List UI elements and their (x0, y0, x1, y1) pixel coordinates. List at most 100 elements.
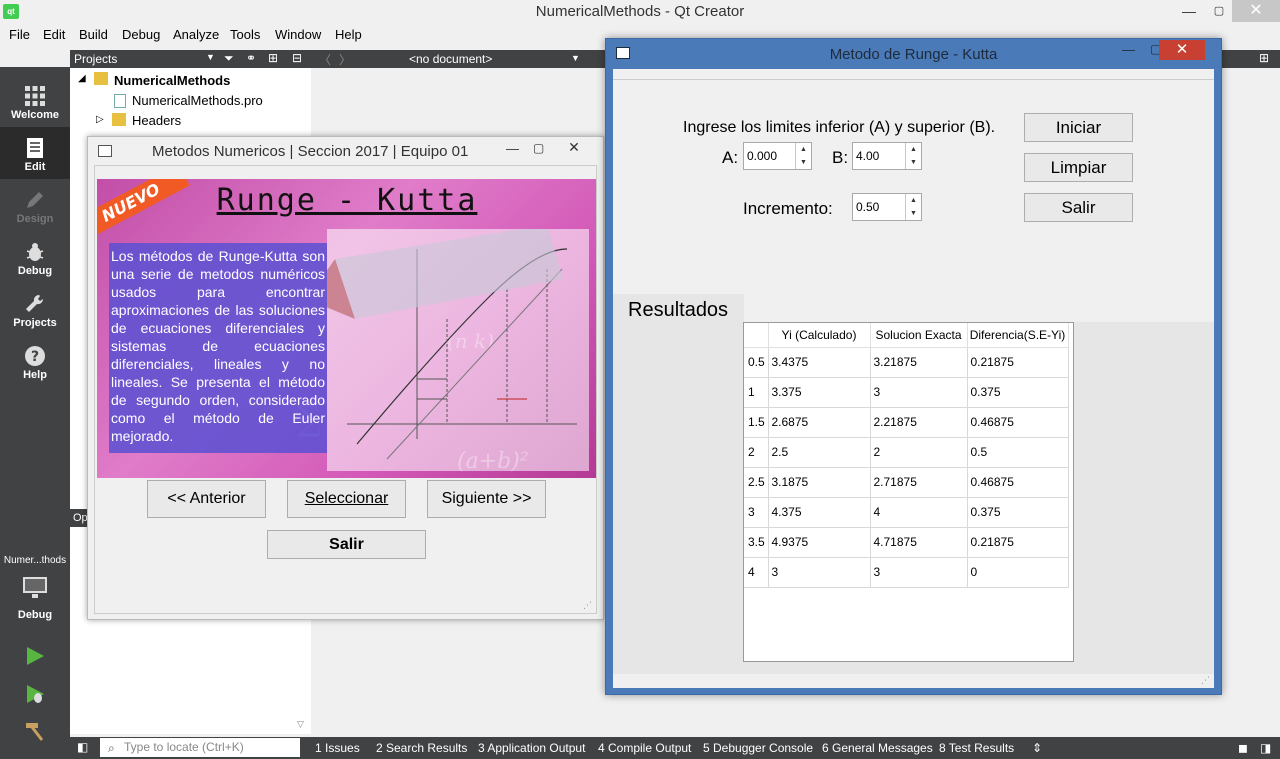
spin-down-icon[interactable]: ▼ (796, 156, 811, 169)
filter-icon[interactable]: ⏷ (224, 51, 234, 66)
column-header-diff[interactable]: Diferencia(S.E-Yi) (967, 323, 1069, 348)
menu-help[interactable]: Help (335, 27, 362, 42)
cell-exact[interactable]: 3 (870, 377, 968, 408)
start-button[interactable]: Iniciar (1024, 113, 1133, 142)
row-header[interactable]: 2 (744, 437, 769, 468)
increment-spin-arrows[interactable]: ▲ ▼ (905, 194, 921, 220)
exit-button[interactable]: Salir (1024, 193, 1133, 222)
spin-up-icon[interactable]: ▲ (906, 194, 921, 207)
spin-down-icon[interactable]: ▼ (906, 156, 921, 169)
minimize-button[interactable]: — (506, 141, 519, 156)
a-spinbox[interactable]: 0.000 ▲ ▼ (743, 142, 812, 170)
cell-exact[interactable]: 2.21875 (870, 407, 968, 438)
cell-yi[interactable]: 3.375 (768, 377, 871, 408)
b-spin-arrows[interactable]: ▲ ▼ (905, 143, 921, 169)
previous-button[interactable]: << Anterior (147, 480, 266, 518)
expand-arrow-icon[interactable]: ◢ (78, 73, 86, 84)
close-button[interactable]: ✕ (554, 139, 594, 157)
pane-test-results[interactable]: 8 Test Results (939, 741, 1014, 755)
menu-analyze[interactable]: Analyze (173, 27, 219, 42)
mode-projects[interactable]: Projects (0, 283, 70, 335)
row-header[interactable]: 1.5 (744, 407, 769, 438)
pane-debugger-console[interactable]: 5 Debugger Console (703, 741, 813, 755)
select-button[interactable]: Seleccionar (287, 480, 406, 518)
cell-yi[interactable]: 4.375 (768, 497, 871, 528)
cell-exact[interactable]: 2.71875 (870, 467, 968, 498)
resize-grip-icon[interactable]: ⋰ (1201, 675, 1210, 686)
cell-exact[interactable]: 3 (870, 557, 968, 588)
pane-issues[interactable]: 1 Issues (315, 741, 360, 755)
pane-search-results[interactable]: 2 Search Results (376, 741, 467, 755)
pro-file[interactable]: NumericalMethods.pro (132, 93, 263, 108)
cell-exact[interactable]: 2 (870, 437, 968, 468)
restore-button[interactable]: ▢ (1206, 0, 1232, 22)
row-header[interactable]: 3 (744, 497, 769, 528)
minimize-button[interactable]: — (1172, 0, 1206, 22)
document-selector[interactable]: <no document> (409, 52, 492, 66)
menu-debug[interactable]: Debug (122, 27, 160, 42)
cell-exact[interactable]: 3.21875 (870, 347, 968, 378)
cell-exact[interactable]: 4.71875 (870, 527, 968, 558)
menu-window[interactable]: Window (275, 27, 321, 42)
mode-welcome[interactable]: Welcome (0, 75, 70, 127)
resize-grip-icon[interactable]: ⋰ (583, 600, 592, 611)
cell-diff[interactable]: 0.21875 (967, 527, 1069, 558)
run-icon[interactable] (24, 645, 46, 667)
menu-file[interactable]: File (9, 27, 30, 42)
collapse-arrow-icon[interactable]: ▷ (96, 114, 104, 125)
document-dropdown-icon[interactable]: ▼ (571, 53, 580, 63)
row-header[interactable]: 0.5 (744, 347, 769, 378)
project-root[interactable]: NumericalMethods (114, 73, 230, 88)
cell-diff[interactable]: 0 (967, 557, 1069, 588)
column-header-exact[interactable]: Solucion Exacta (870, 323, 968, 348)
row-header[interactable]: 3.5 (744, 527, 769, 558)
b-spinbox[interactable]: 4.00 ▲ ▼ (852, 142, 922, 170)
increment-spinbox[interactable]: 0.50 ▲ ▼ (852, 193, 922, 221)
pane-application-output[interactable]: 3 Application Output (478, 741, 585, 755)
exit-button[interactable]: Salir (267, 530, 426, 559)
target-selector[interactable]: Debug (0, 572, 70, 624)
cell-diff[interactable]: 0.46875 (967, 467, 1069, 498)
pane-compile-output[interactable]: 4 Compile Output (598, 741, 691, 755)
row-header[interactable]: 4 (744, 557, 769, 588)
mode-debug[interactable]: Debug (0, 231, 70, 283)
debug-run-icon[interactable] (24, 683, 46, 705)
close-button[interactable]: ✕ (1232, 0, 1280, 22)
a-spin-arrows[interactable]: ▲ ▼ (795, 143, 811, 169)
column-header-yi[interactable]: Yi (Calculado) (768, 323, 871, 348)
split-icon[interactable]: ⊞ (268, 51, 278, 65)
sidebar-toggle-icon[interactable]: ◧ (77, 740, 88, 754)
headers-folder[interactable]: Headers (132, 113, 181, 128)
cell-diff[interactable]: 0.5 (967, 437, 1069, 468)
menu-tools[interactable]: Tools (230, 27, 260, 42)
locate-input[interactable]: Type to locate (Ctrl+K) (100, 738, 300, 757)
scroll-down-icon[interactable]: ▽ (297, 719, 304, 730)
cell-diff[interactable]: 0.375 (967, 497, 1069, 528)
cell-yi[interactable]: 2.6875 (768, 407, 871, 438)
cell-yi[interactable]: 3.1875 (768, 467, 871, 498)
row-header[interactable]: 2.5 (744, 467, 769, 498)
output-toggle-icon[interactable]: ◼ (1238, 741, 1248, 755)
chevron-down-icon[interactable]: ▼ (206, 52, 215, 62)
output-panel-icon[interactable]: ◨ (1260, 741, 1271, 755)
mode-help[interactable]: ? Help (0, 335, 70, 387)
menu-build[interactable]: Build (79, 27, 108, 42)
close-panel-icon[interactable]: ⊟ (292, 51, 302, 65)
cell-diff[interactable]: 0.21875 (967, 347, 1069, 378)
split-editor-icon[interactable]: ⊞ (1259, 51, 1269, 65)
back-icon[interactable]: 〈 (319, 51, 331, 68)
pane-general-messages[interactable]: 6 General Messages (822, 741, 933, 755)
next-button[interactable]: Siguiente >> (427, 480, 546, 518)
pane-scroll-icon[interactable]: ⇕ (1032, 741, 1042, 755)
cell-yi[interactable]: 3 (768, 557, 871, 588)
spin-up-icon[interactable]: ▲ (906, 143, 921, 156)
row-header[interactable]: 1 (744, 377, 769, 408)
cell-diff[interactable]: 0.46875 (967, 407, 1069, 438)
build-hammer-icon[interactable] (24, 720, 46, 742)
forward-icon[interactable]: 〉 (339, 51, 351, 68)
clear-button[interactable]: Limpiar (1024, 153, 1133, 182)
minimize-button[interactable]: — (1122, 42, 1135, 57)
mode-design[interactable]: Design (0, 179, 70, 231)
mode-edit[interactable]: Edit (0, 127, 70, 179)
close-button[interactable]: ✕ (1159, 40, 1205, 60)
